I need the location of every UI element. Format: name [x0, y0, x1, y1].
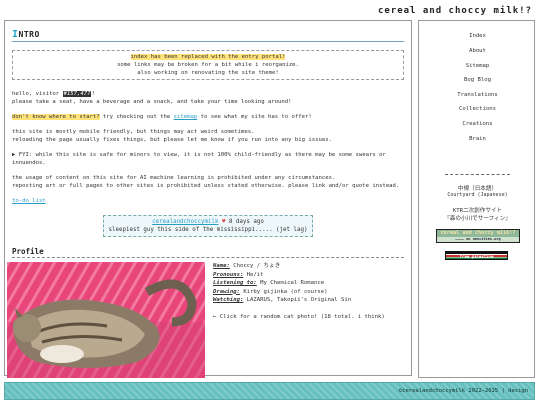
nav-item-translations[interactable]: Translations	[419, 92, 536, 98]
mobile-note: this site is mostly mobile friendly, but…	[12, 128, 404, 144]
cat-photo-image	[7, 262, 205, 378]
palestine-flag-badge[interactable]: free palestine	[445, 251, 508, 260]
watching-label: Watching:	[213, 297, 244, 303]
listening-value: My Chemical Romance	[256, 280, 325, 286]
drawing-label: Drawing:	[213, 288, 240, 295]
nav-item-creations[interactable]: Creations	[419, 121, 536, 127]
status-time: 8 days ago	[225, 219, 264, 225]
profile-heading: Profile	[12, 247, 404, 258]
visitor-counter: #157,477	[62, 91, 92, 97]
intro-heading: INTRO	[12, 29, 404, 42]
nav-item-brain[interactable]: Brain	[419, 136, 536, 142]
watching-value: LAZARUS, Takopii's Original Sin	[243, 297, 352, 303]
cat-photo-note: ← Click for a random cat photo! (18 tota…	[213, 313, 385, 320]
fyi-note: ▶ FYI: while this site is safe for minor…	[12, 152, 386, 166]
profile-info: Name: Choccy / ちょき Pronouns: He/it Liste…	[213, 262, 403, 321]
sitemap-link[interactable]: sitemap	[174, 114, 198, 120]
greeting-suffix: !	[91, 91, 95, 97]
footer-bar: ©cerealandchoccymilk 2022–2025 | design	[4, 382, 535, 400]
pronouns-label: Pronouns:	[213, 271, 244, 278]
site-title: cereal and choccy milk!?	[377, 6, 532, 16]
nav-item-sitemap[interactable]: Sitemap	[419, 63, 536, 69]
start-text: try checking out the	[99, 114, 174, 120]
repost-policy-text: reposting art or full pages to other sit…	[12, 183, 400, 189]
intro-heading-rest: NTRO	[18, 30, 40, 39]
fanfic-site-link[interactable]: KTR二次創作サイト	[419, 206, 536, 214]
pronouns-value: He/it	[243, 271, 264, 278]
lang-link-japanese[interactable]: 中規（日本語）	[419, 184, 536, 192]
nav-item-index[interactable]: Index	[419, 33, 536, 39]
lang-link-japanese-sub: Courtyard (Japanese)	[447, 192, 508, 198]
notice-line-2: some links may be broken for a bit while…	[117, 62, 299, 68]
nav-item-about[interactable]: About	[419, 48, 536, 54]
mobile-note-1: this site is mostly mobile friendly, but…	[12, 129, 255, 135]
ai-policy-text: the usage of content on this site for AI…	[12, 175, 336, 181]
site-button-badge-sub: ———— on neocities.org	[437, 237, 519, 242]
cat-photo[interactable]	[7, 262, 205, 378]
sidebar-divider	[445, 174, 510, 175]
listening-label: Listening to:	[213, 280, 257, 286]
site-button-badge[interactable]: cereal and choccy milk!? ———— on neocitie…	[436, 229, 520, 243]
start-text-end: to see what my site has to offer!	[197, 114, 312, 120]
drawing-value: Kirby gijinka (of course)	[239, 288, 328, 295]
status-box: cerealandchoccymilk ♥ 8 days ago sleepie…	[103, 215, 313, 237]
nav-item-collections[interactable]: Collections	[419, 106, 536, 112]
name-label: Name:	[213, 263, 230, 269]
todo-link[interactable]: to-do list	[12, 198, 46, 204]
name-value: Choccy / ちょき	[229, 263, 281, 269]
status-message: sleepiest guy this side of the mississip…	[108, 227, 308, 233]
start-highlight: don't know where to start?	[12, 114, 100, 120]
notice-line-3: also working on renovating the site them…	[137, 70, 279, 76]
notice-box: index has been replaced with the entry p…	[12, 50, 404, 80]
notice-line-1: index has been replaced with the entry p…	[130, 54, 286, 60]
start-line: don't know where to start? try checking …	[12, 113, 404, 121]
greeting-prefix: hello, visitor	[12, 91, 63, 97]
welcome-text: please take a seat, have a beverage and …	[12, 99, 292, 105]
mobile-note-2: reloading the page usually fixes things,…	[12, 137, 332, 143]
fanfic-site-subtitle: 『森の小川でサーフィン』	[444, 216, 511, 222]
nav-item-bog-blog[interactable]: Bog Blog	[419, 77, 536, 83]
ai-policy: the usage of content on this site for AI…	[12, 174, 404, 190]
footer-copyright[interactable]: ©cerealandchoccymilk 2022–2025 | design	[399, 388, 528, 394]
status-user-link[interactable]: cerealandchoccymilk	[152, 219, 218, 225]
greeting: hello, visitor #157,477! please take a s…	[12, 90, 404, 106]
site-button-badge-text: cereal and choccy milk!?	[440, 230, 516, 236]
sidebar-nav: Index About Sitemap Bog Blog Translation…	[418, 20, 535, 378]
